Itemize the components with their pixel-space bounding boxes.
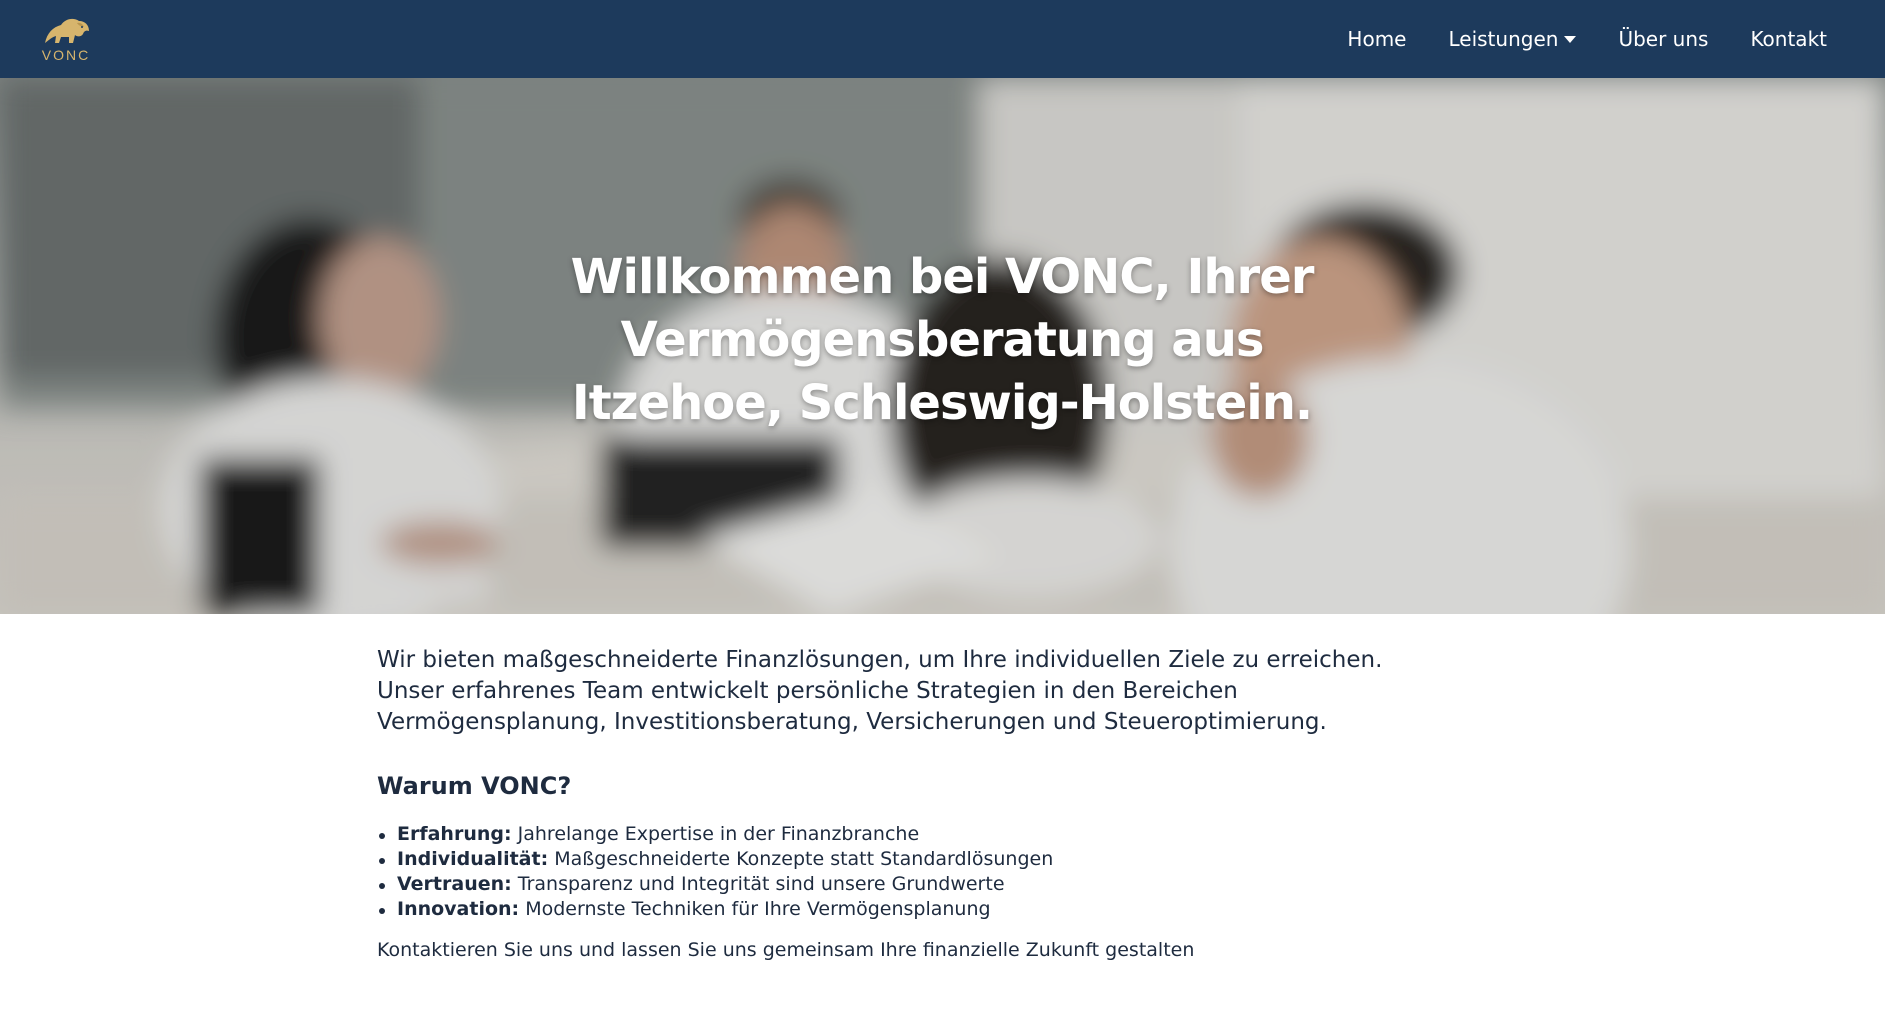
intro-paragraph: Wir bieten maßgeschneiderte Finanzlösung… — [377, 647, 1383, 735]
benefit-text: Transparenz und Integrität sind unsere G… — [517, 873, 1005, 895]
benefit-term: Erfahrung: — [397, 823, 512, 845]
benefit-term: Individualität: — [397, 848, 549, 870]
list-item: Individualität: Maßgeschneiderte Konzept… — [377, 847, 1437, 872]
site-header: VONC Home Leistungen Über uns Kontakt — [0, 0, 1885, 78]
nav-leistungen-dropdown[interactable]: Leistungen — [1448, 27, 1577, 51]
list-item: Erfahrung: Jahrelange Expertise in der F… — [377, 822, 1437, 847]
logo-text: VONC — [41, 47, 91, 63]
nav-home-link[interactable]: Home — [1347, 27, 1406, 51]
why-vonc-heading: Warum VONC? — [377, 772, 572, 800]
nav-home-label: Home — [1347, 27, 1407, 51]
hero-title: Willkommen bei VONC, Ihrer Vermögensbera… — [570, 249, 1315, 431]
main-content: Wir bieten maßgeschneiderte Finanzlösung… — [377, 645, 1437, 963]
hero-section: Willkommen bei VONC, Ihrer Vermögensbera… — [0, 78, 1885, 614]
benefit-text: Jahrelange Expertise in der Finanzbranch… — [517, 823, 920, 845]
list-item: Innovation: Modernste Techniken für Ihre… — [377, 897, 1437, 922]
nav-leistungen-label: Leistungen — [1448, 27, 1559, 51]
benefit-text: Maßgeschneiderte Konzepte statt Standard… — [554, 848, 1054, 870]
list-item: Vertrauen: Transparenz und Integrität si… — [377, 872, 1437, 897]
nav-kontakt-label: Kontakt — [1750, 27, 1827, 51]
logo[interactable]: VONC — [38, 15, 94, 63]
nav-ueber-uns-label: Über uns — [1618, 27, 1709, 51]
benefits-list: Erfahrung: Jahrelange Expertise in der F… — [377, 822, 1437, 922]
main-nav: Home Leistungen Über uns Kontakt — [1305, 27, 1827, 51]
lion-icon — [45, 18, 89, 43]
contact-cta-text: Kontaktieren Sie uns und lassen Sie uns … — [377, 939, 1195, 961]
benefit-text: Modernste Techniken für Ihre Vermögenspl… — [525, 898, 991, 920]
caret-down-icon — [1564, 35, 1577, 43]
nav-kontakt-link[interactable]: Kontakt — [1750, 27, 1827, 51]
benefit-term: Innovation: — [397, 898, 520, 920]
benefit-term: Vertrauen: — [397, 873, 512, 895]
nav-ueber-uns-link[interactable]: Über uns — [1618, 27, 1708, 51]
